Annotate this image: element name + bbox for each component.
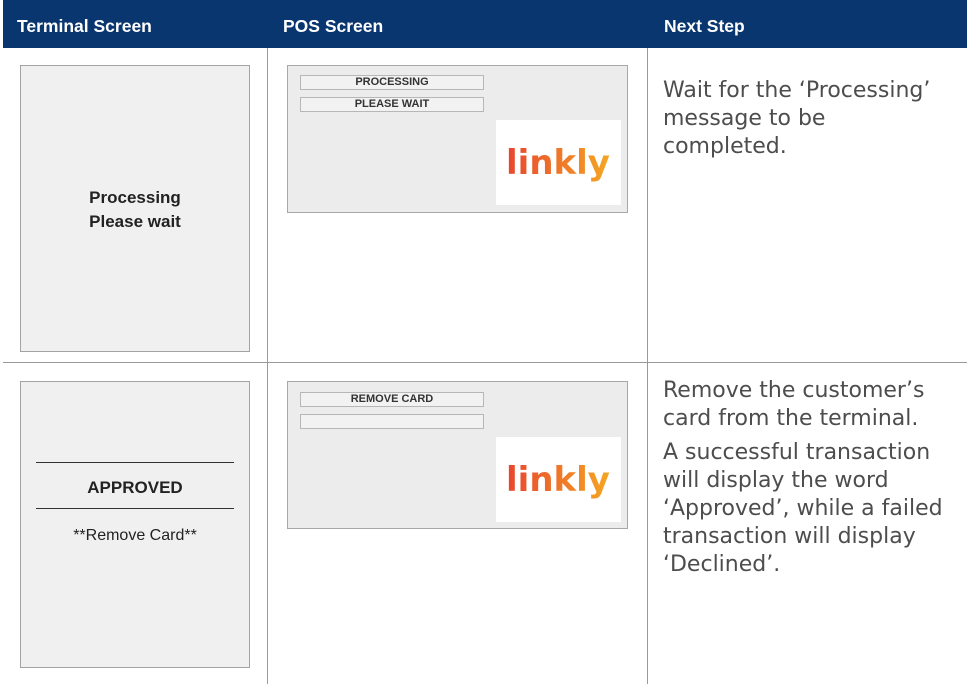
linkly-logo-text: linkly: [506, 460, 610, 500]
pos-screen-processing: PROCESSING PLEASE WAIT linkly: [287, 65, 628, 213]
header-pos-screen: POS Screen: [283, 16, 384, 36]
linkly-logo: linkly: [496, 437, 621, 522]
next-step-row1: Wait for the ‘Processing’ message to be …: [663, 77, 953, 167]
pos-screen-remove-card: REMOVE CARD linkly: [287, 381, 628, 529]
pos-field-line2: [300, 414, 484, 429]
terminal-line-please-wait: Please wait: [89, 212, 181, 231]
column-divider: [647, 48, 648, 684]
pos-field-line2: PLEASE WAIT: [300, 97, 484, 112]
terminal-screen-approved: APPROVED **Remove Card**: [20, 381, 250, 668]
header-terminal-screen: Terminal Screen: [17, 16, 152, 36]
next-step-text: A successful transaction will display th…: [663, 440, 943, 577]
linkly-logo-text: linkly: [506, 143, 610, 183]
divider-line: [36, 508, 234, 509]
terminal-line-processing: Processing: [89, 188, 181, 207]
terminal-status-approved: APPROVED: [87, 478, 183, 497]
divider-line: [36, 462, 234, 463]
next-step-text: Wait for the ‘Processing’ message to be …: [663, 78, 931, 159]
terminal-screen-processing: Processing Please wait: [20, 65, 250, 352]
header-next-step: Next Step: [664, 16, 745, 36]
pos-field-line1: PROCESSING: [300, 75, 484, 90]
column-divider: [267, 48, 268, 684]
pos-field-line1: REMOVE CARD: [300, 392, 484, 407]
table-header: Terminal Screen POS Screen Next Step: [3, 0, 967, 48]
linkly-logo: linkly: [496, 120, 621, 205]
next-step-row2: Remove the customer’s card from the term…: [663, 377, 958, 585]
next-step-text: Remove the customer’s card from the term…: [663, 378, 925, 431]
instruction-table: Terminal Screen POS Screen Next Step Pro…: [3, 0, 967, 684]
row-divider: [3, 362, 967, 363]
terminal-remove-card: **Remove Card**: [73, 527, 197, 544]
